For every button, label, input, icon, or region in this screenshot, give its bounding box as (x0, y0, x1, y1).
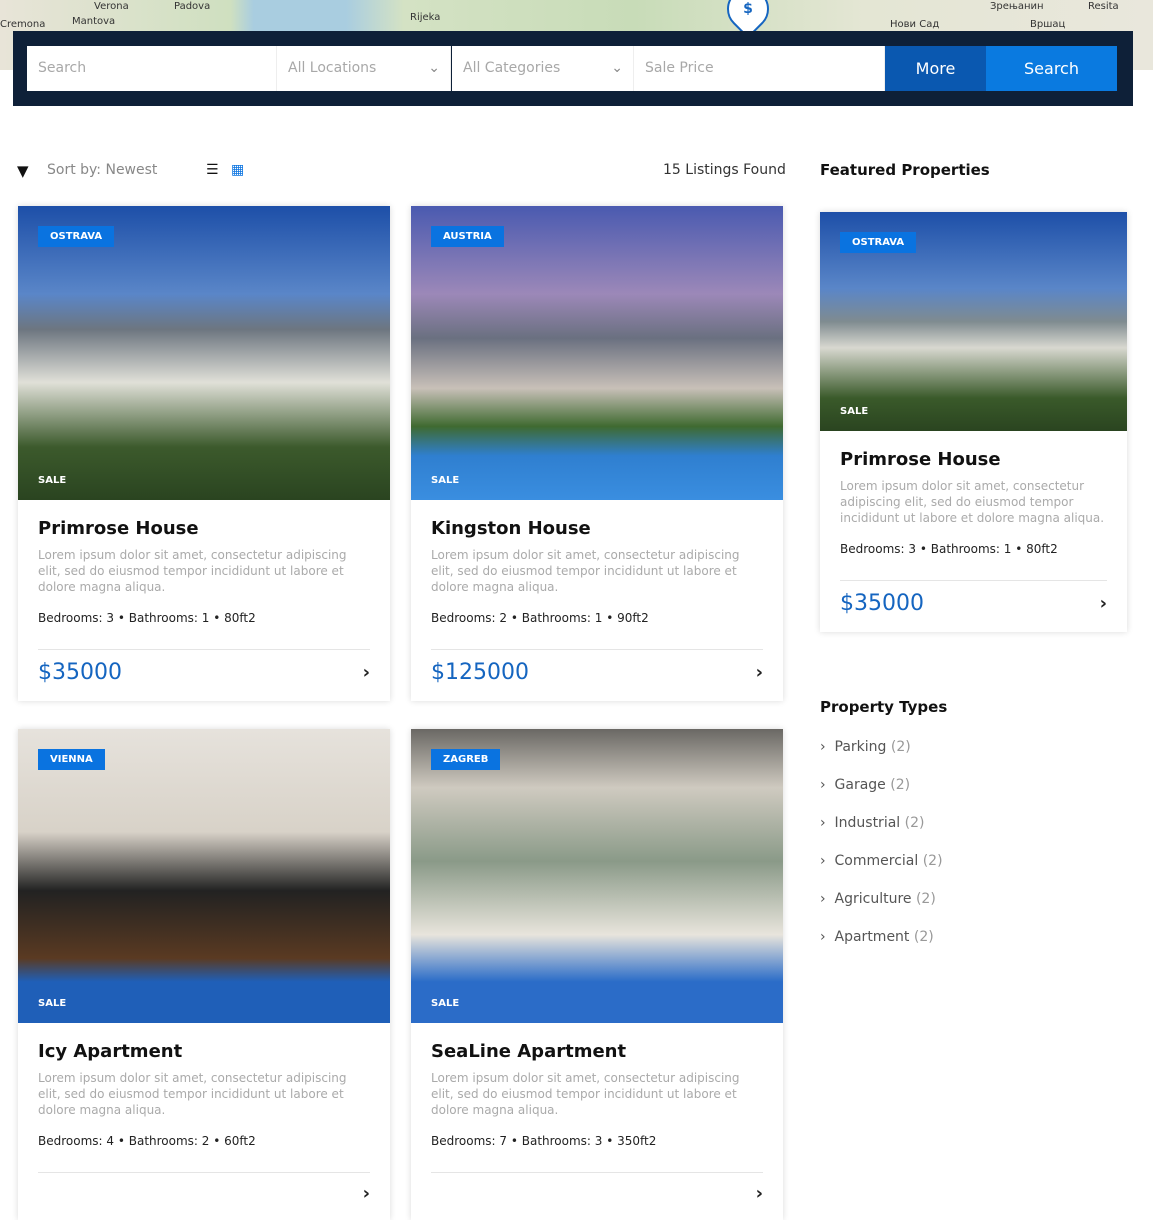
location-badge: VIENNA (38, 749, 105, 770)
property-image: OSTRAVA SALE (18, 206, 390, 500)
status-label: SALE (38, 998, 67, 1009)
property-type-item[interactable]: › Agriculture (2) (820, 891, 936, 907)
property-meta: Bedrooms: 4 • Bathrooms: 2 • 60ft2 (38, 1134, 256, 1148)
listing-card[interactable]: VIENNA SALE Icy Apartment Lorem ipsum dol… (18, 729, 390, 1220)
property-meta: Bedrooms: 3 • Bathrooms: 1 • 80ft2 (840, 542, 1058, 556)
property-type-label: Commercial (834, 853, 919, 869)
chevron-down-icon: ⌄ (428, 60, 440, 76)
search-bar: Search All Locations ⌄ All Categories ⌄ Sa… (13, 31, 1133, 106)
search-button[interactable]: Search (986, 46, 1117, 91)
filter-icon[interactable]: ▼ (17, 162, 29, 180)
property-type-count: (2) (890, 777, 911, 793)
map-label: Resita (1088, 1, 1119, 12)
property-title[interactable]: Primrose House (840, 449, 1107, 470)
property-type-item[interactable]: › Industrial (2) (820, 815, 924, 831)
property-image: AUSTRIA SALE (411, 206, 783, 500)
map-label: Cremona (0, 19, 46, 30)
map-label: Verona (94, 1, 129, 12)
property-image: VIENNA SALE (18, 729, 390, 1023)
listing-card[interactable]: AUSTRIA SALE Kingston House Lorem ipsum d… (411, 206, 783, 701)
search-input[interactable]: Search (27, 46, 277, 91)
location-badge: OSTRAVA (840, 232, 917, 253)
chevron-right-icon: › (820, 815, 826, 831)
property-description: Lorem ipsum dolor sit amet, consectetur … (431, 548, 740, 594)
property-type-item[interactable]: › Garage (2) (820, 777, 910, 793)
property-description: Lorem ipsum dolor sit amet, consectetur … (38, 1071, 347, 1117)
property-type-item[interactable]: › Commercial (2) (820, 853, 943, 869)
property-price: $35000 (38, 660, 122, 685)
status-label: SALE (38, 475, 67, 486)
property-title[interactable]: Primrose House (38, 518, 370, 539)
chevron-right-icon[interactable]: › (363, 662, 370, 683)
locations-select[interactable]: All Locations ⌄ (277, 46, 451, 91)
property-image: ZAGREB SALE (411, 729, 783, 1023)
chevron-right-icon[interactable]: › (363, 1183, 370, 1204)
map-label: Зрењанин (990, 1, 1044, 12)
property-type-count: (2) (890, 739, 911, 755)
chevron-right-icon[interactable]: › (756, 662, 763, 683)
property-types-heading: Property Types (820, 698, 948, 716)
location-badge: OSTRAVA (38, 226, 115, 247)
chevron-right-icon[interactable]: › (756, 1183, 763, 1204)
property-type-item[interactable]: › Parking (2) (820, 739, 911, 755)
status-label: SALE (431, 998, 460, 1009)
property-type-count: (2) (904, 815, 925, 831)
property-type-label: Industrial (834, 815, 901, 831)
chevron-right-icon: › (820, 739, 826, 755)
property-description: Lorem ipsum dolor sit amet, consectetur … (38, 548, 347, 594)
property-type-label: Parking (834, 739, 887, 755)
status-label: SALE (840, 406, 869, 417)
location-badge: ZAGREB (431, 749, 501, 770)
price-input[interactable]: Sale Price (634, 46, 885, 91)
property-type-count: (2) (915, 891, 936, 907)
chevron-right-icon: › (820, 853, 826, 869)
grid-view-icon[interactable]: ▦ (231, 162, 244, 178)
map-label: Mantova (72, 16, 116, 27)
property-type-label: Apartment (834, 929, 910, 945)
property-type-label: Garage (834, 777, 886, 793)
featured-card[interactable]: OSTRAVA SALE Primrose House Lorem ipsum … (820, 212, 1127, 632)
map-label: Вршац (1030, 19, 1066, 30)
map-label: Padova (174, 1, 211, 12)
more-button[interactable]: More (885, 46, 986, 91)
listing-card[interactable]: OSTRAVA SALE Primrose House Lorem ipsum d… (18, 206, 390, 701)
featured-heading: Featured Properties (820, 161, 990, 179)
property-title[interactable]: Kingston House (431, 518, 763, 539)
property-image: OSTRAVA SALE (820, 212, 1127, 431)
chevron-right-icon: › (820, 929, 826, 945)
property-meta: Bedrooms: 7 • Bathrooms: 3 • 350ft2 (431, 1134, 657, 1148)
listing-card[interactable]: ZAGREB SALE SeaLine Apartment Lorem ipsum… (411, 729, 783, 1220)
sort-select[interactable]: Sort by: Newest (47, 162, 157, 178)
map-label: Нови Сад (890, 19, 940, 30)
list-view-icon[interactable]: ☰ (206, 162, 219, 178)
property-type-count: (2) (913, 929, 934, 945)
property-meta: Bedrooms: 3 • Bathrooms: 1 • 80ft2 (38, 611, 256, 625)
property-type-item[interactable]: › Apartment (2) (820, 929, 934, 945)
property-price: $125000 (431, 660, 529, 685)
property-price: $35000 (840, 591, 924, 616)
property-description: Lorem ipsum dolor sit amet, consectetur … (431, 1071, 740, 1117)
location-badge: AUSTRIA (431, 226, 504, 247)
chevron-right-icon: › (820, 891, 826, 907)
property-description: Lorem ipsum dolor sit amet, consectetur … (840, 479, 1105, 525)
status-label: SALE (431, 475, 460, 486)
chevron-down-icon: ⌄ (611, 60, 623, 76)
property-meta: Bedrooms: 2 • Bathrooms: 1 • 90ft2 (431, 611, 649, 625)
chevron-right-icon: › (820, 777, 826, 793)
map-label: Rijeka (410, 12, 441, 23)
property-type-count: (2) (922, 853, 943, 869)
property-title[interactable]: Icy Apartment (38, 1041, 370, 1062)
chevron-right-icon[interactable]: › (1100, 593, 1107, 614)
listings-count: 15 Listings Found (663, 162, 786, 178)
property-title[interactable]: SeaLine Apartment (431, 1041, 763, 1062)
property-type-label: Agriculture (834, 891, 912, 907)
categories-select[interactable]: All Categories ⌄ (452, 46, 634, 91)
